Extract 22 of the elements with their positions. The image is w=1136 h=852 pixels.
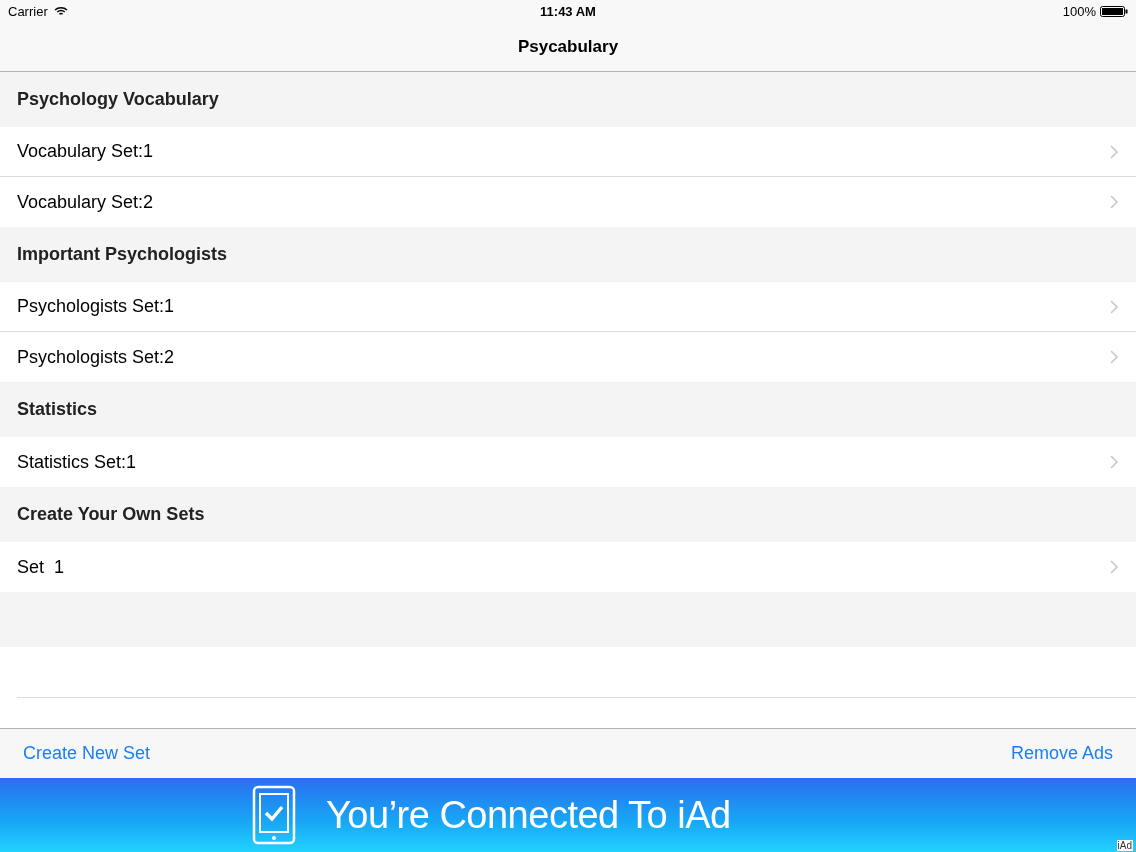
remove-ads-button[interactable]: Remove Ads bbox=[1010, 743, 1113, 764]
section-title: Important Psychologists bbox=[17, 244, 228, 265]
ad-banner[interactable]: You’re Connected To iAd iAd bbox=[0, 778, 1136, 852]
tablet-check-icon bbox=[252, 785, 296, 845]
nav-title: Psycabulary bbox=[517, 36, 619, 57]
battery-icon bbox=[1100, 5, 1128, 17]
ad-text: You’re Connected To iAd bbox=[326, 793, 731, 837]
carrier-label: Carrier bbox=[8, 3, 48, 19]
chevron-icon bbox=[1110, 455, 1119, 469]
battery-percent: 100% bbox=[1062, 3, 1096, 19]
chevron-icon bbox=[1110, 144, 1119, 159]
chevron-icon bbox=[1110, 350, 1119, 364]
chevron-icon bbox=[1110, 560, 1119, 574]
section-title: Statistics bbox=[17, 399, 98, 420]
iad-label: iAd bbox=[1116, 840, 1133, 851]
wifi-icon bbox=[53, 6, 68, 16]
section-title: Psychology Vocabulary bbox=[17, 89, 219, 110]
status-time: 11:43 AM bbox=[540, 3, 596, 19]
chevron-icon bbox=[1110, 195, 1119, 209]
section-title: Create Your Own Sets bbox=[17, 504, 205, 525]
chevron-icon bbox=[1110, 299, 1119, 314]
create-new-set-button[interactable]: Create New Set bbox=[23, 743, 151, 764]
